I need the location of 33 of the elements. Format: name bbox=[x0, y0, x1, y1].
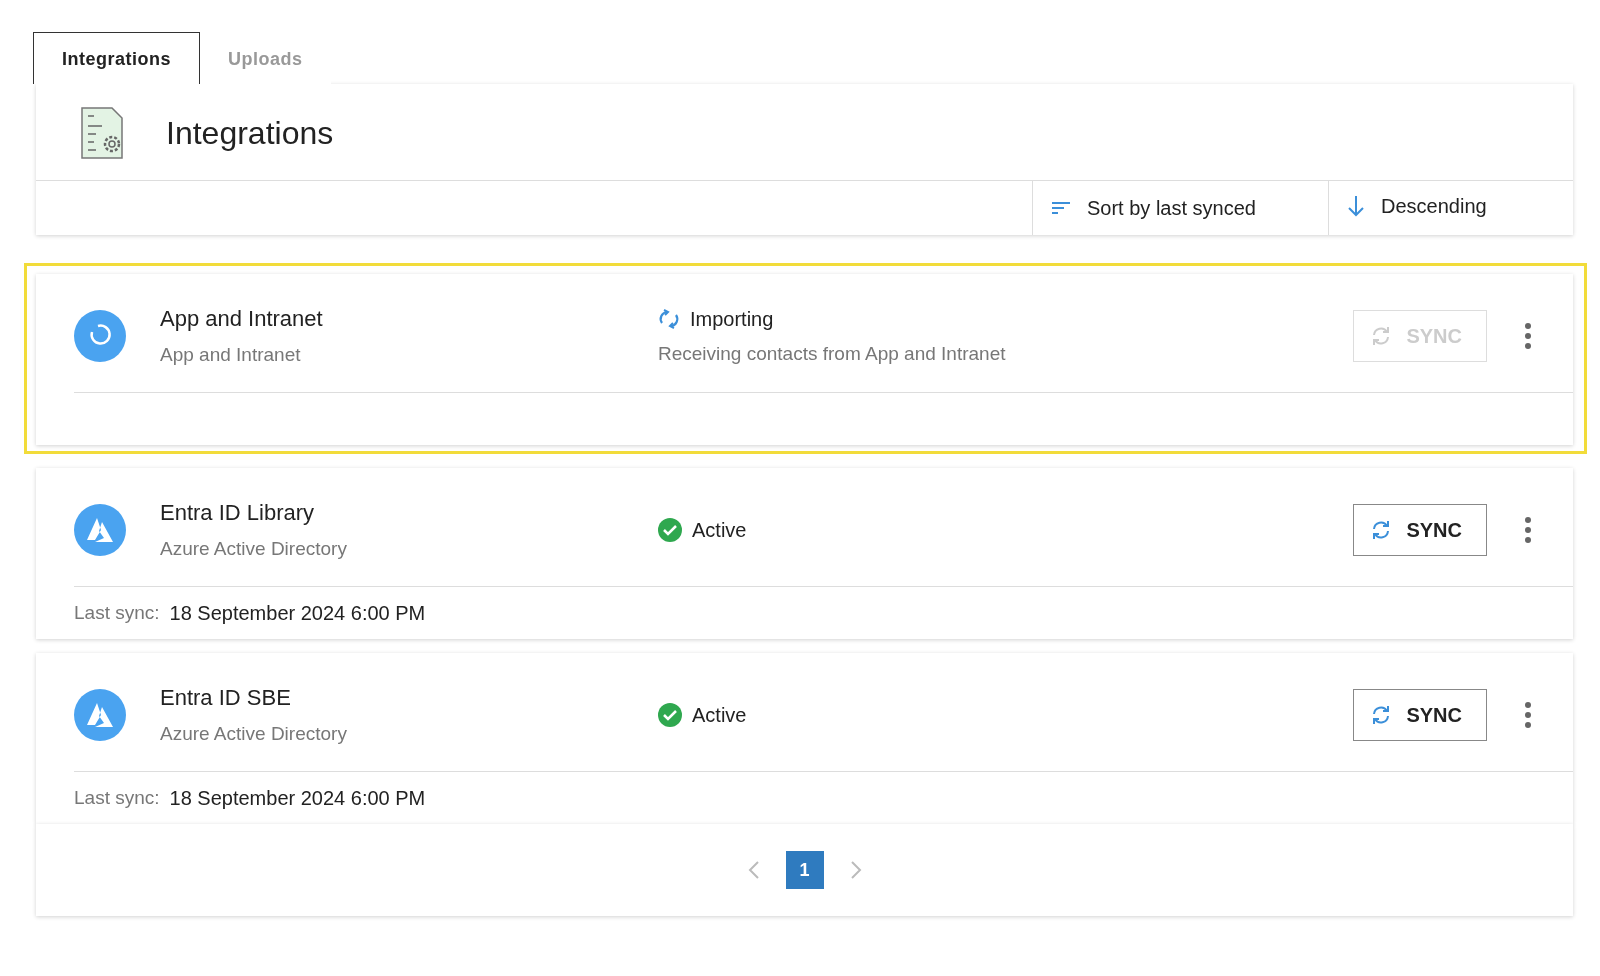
last-sync-label: Last sync: bbox=[74, 602, 160, 624]
sort-order-button[interactable]: Descending bbox=[1328, 181, 1573, 235]
integration-name: App and Intranet bbox=[160, 306, 324, 332]
integration-name: Entra ID SBE bbox=[160, 685, 292, 711]
page-title: Integrations bbox=[166, 114, 334, 152]
app-logo-icon bbox=[74, 310, 126, 362]
arrow-down-icon bbox=[1347, 195, 1365, 217]
azure-logo-icon bbox=[74, 689, 126, 741]
document-gear-icon bbox=[80, 106, 124, 160]
integration-source: Azure Active Directory bbox=[160, 538, 348, 560]
check-circle-icon bbox=[658, 703, 682, 727]
check-circle-icon bbox=[658, 518, 682, 542]
sort-button[interactable]: Sort by last synced bbox=[1032, 181, 1328, 235]
more-options-icon[interactable] bbox=[1523, 321, 1533, 351]
more-options-icon[interactable] bbox=[1523, 700, 1533, 730]
status-label: Active bbox=[692, 518, 747, 542]
sync-button[interactable]: SYNC bbox=[1353, 689, 1487, 741]
last-sync-value: 18 September 2024 6:00 PM bbox=[169, 786, 426, 810]
integration-name: Entra ID Library bbox=[160, 500, 316, 526]
sort-icon bbox=[1051, 200, 1071, 216]
tab[interactable]: Integrations bbox=[33, 32, 200, 84]
status-description: Receiving contacts from App and Intranet bbox=[658, 342, 1007, 365]
sync-button[interactable]: SYNC bbox=[1353, 504, 1487, 556]
sync-arrows-icon bbox=[658, 309, 680, 329]
integration-source: App and Intranet bbox=[160, 344, 302, 366]
last-sync-value: 18 September 2024 6:00 PM bbox=[169, 601, 426, 625]
azure-logo-icon bbox=[74, 504, 126, 556]
last-sync-label: Last sync: bbox=[74, 787, 160, 809]
status-label: Active bbox=[692, 703, 747, 727]
more-options-icon[interactable] bbox=[1523, 515, 1533, 545]
integration-source: Azure Active Directory bbox=[160, 723, 348, 745]
status-label: Importing bbox=[690, 307, 774, 331]
page-button[interactable]: 1 bbox=[785, 851, 824, 889]
